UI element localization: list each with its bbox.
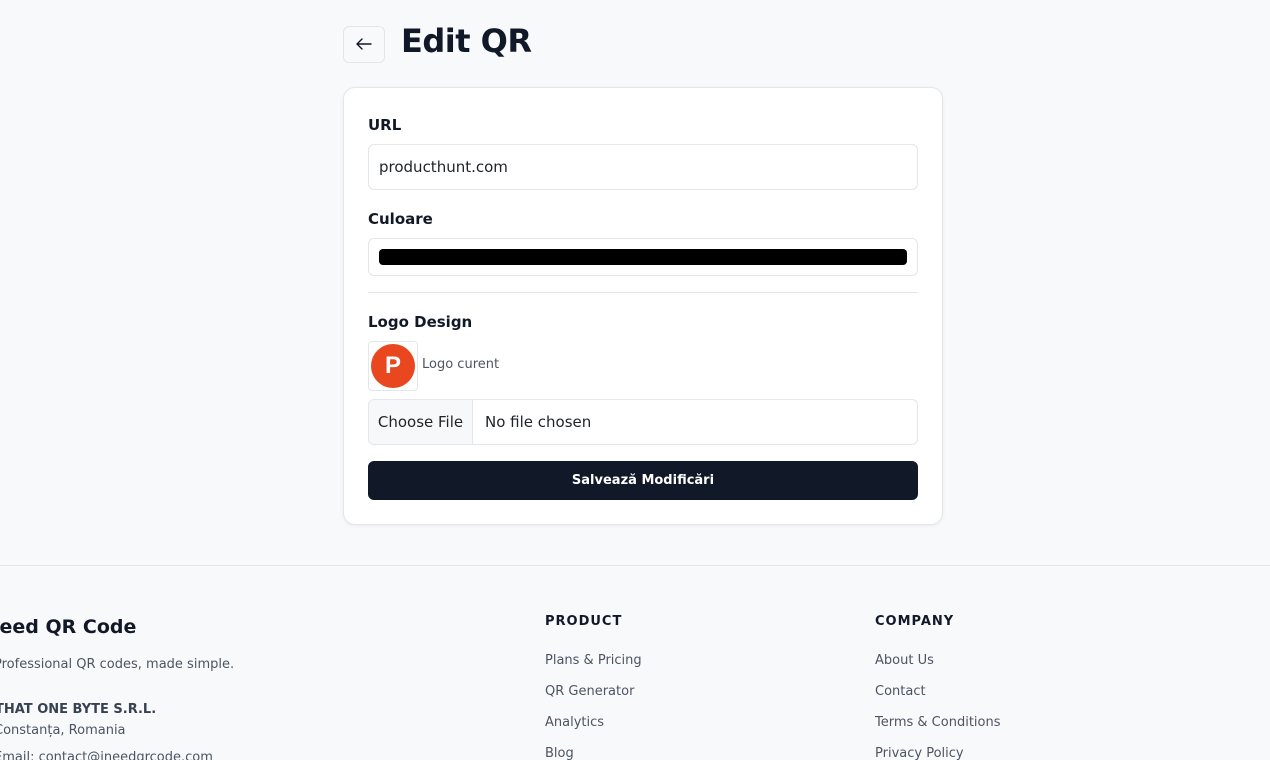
footer-product-links: Plans & Pricing QR Generator Analytics B…	[545, 653, 642, 760]
current-logo: P	[368, 341, 418, 391]
footer-link-analytics[interactable]: Analytics	[545, 715, 642, 746]
color-swatch	[379, 249, 907, 265]
footer-link-terms[interactable]: Terms & Conditions	[875, 715, 1001, 746]
url-input[interactable]	[368, 144, 918, 190]
page: Edit QR URL Culoare Logo Design P Logo c…	[0, 0, 1270, 760]
back-button[interactable]	[343, 26, 385, 63]
footer-link-privacy[interactable]: Privacy Policy	[875, 746, 1001, 760]
footer-company-heading: COMPANY	[875, 614, 955, 629]
logo-caption: Logo curent	[422, 357, 500, 372]
footer-link-about-us[interactable]: About Us	[875, 653, 1001, 684]
footer-brand: need QR Code	[0, 616, 137, 638]
footer-tagline: Professional QR codes, made simple.	[0, 657, 235, 672]
footer-link-contact[interactable]: Contact	[875, 684, 1001, 715]
footer-company-city: Constanța, Romania	[0, 723, 126, 738]
edit-qr-card: URL Culoare Logo Design P Logo curent Ch…	[343, 87, 943, 525]
logo-file-input[interactable]: Choose File No file chosen	[368, 399, 918, 445]
producthunt-logo: P	[371, 344, 415, 388]
footer-company-email[interactable]: Email: contact@ineedqrcode.com	[0, 750, 213, 760]
footer-link-plans-pricing[interactable]: Plans & Pricing	[545, 653, 642, 684]
choose-file-button[interactable]: Choose File	[369, 400, 473, 444]
footer-company-name: THAT ONE BYTE S.R.L.	[0, 702, 157, 717]
save-button[interactable]: Salvează Modificări	[368, 461, 918, 500]
footer-link-blog[interactable]: Blog	[545, 746, 642, 760]
file-status: No file chosen	[485, 413, 592, 431]
color-picker[interactable]	[368, 238, 918, 276]
arrow-left-icon	[356, 35, 372, 54]
footer-product-heading: PRODUCT	[545, 614, 623, 629]
color-label: Culoare	[368, 210, 433, 228]
page-title: Edit QR	[401, 22, 532, 60]
logo-label: Logo Design	[368, 313, 473, 331]
url-label: URL	[368, 116, 402, 134]
footer-link-qr-generator[interactable]: QR Generator	[545, 684, 642, 715]
footer-company-links: About Us Contact Terms & Conditions Priv…	[875, 653, 1001, 760]
footer-divider	[0, 565, 1270, 566]
logo-letter: P	[384, 352, 401, 379]
divider	[368, 292, 918, 293]
